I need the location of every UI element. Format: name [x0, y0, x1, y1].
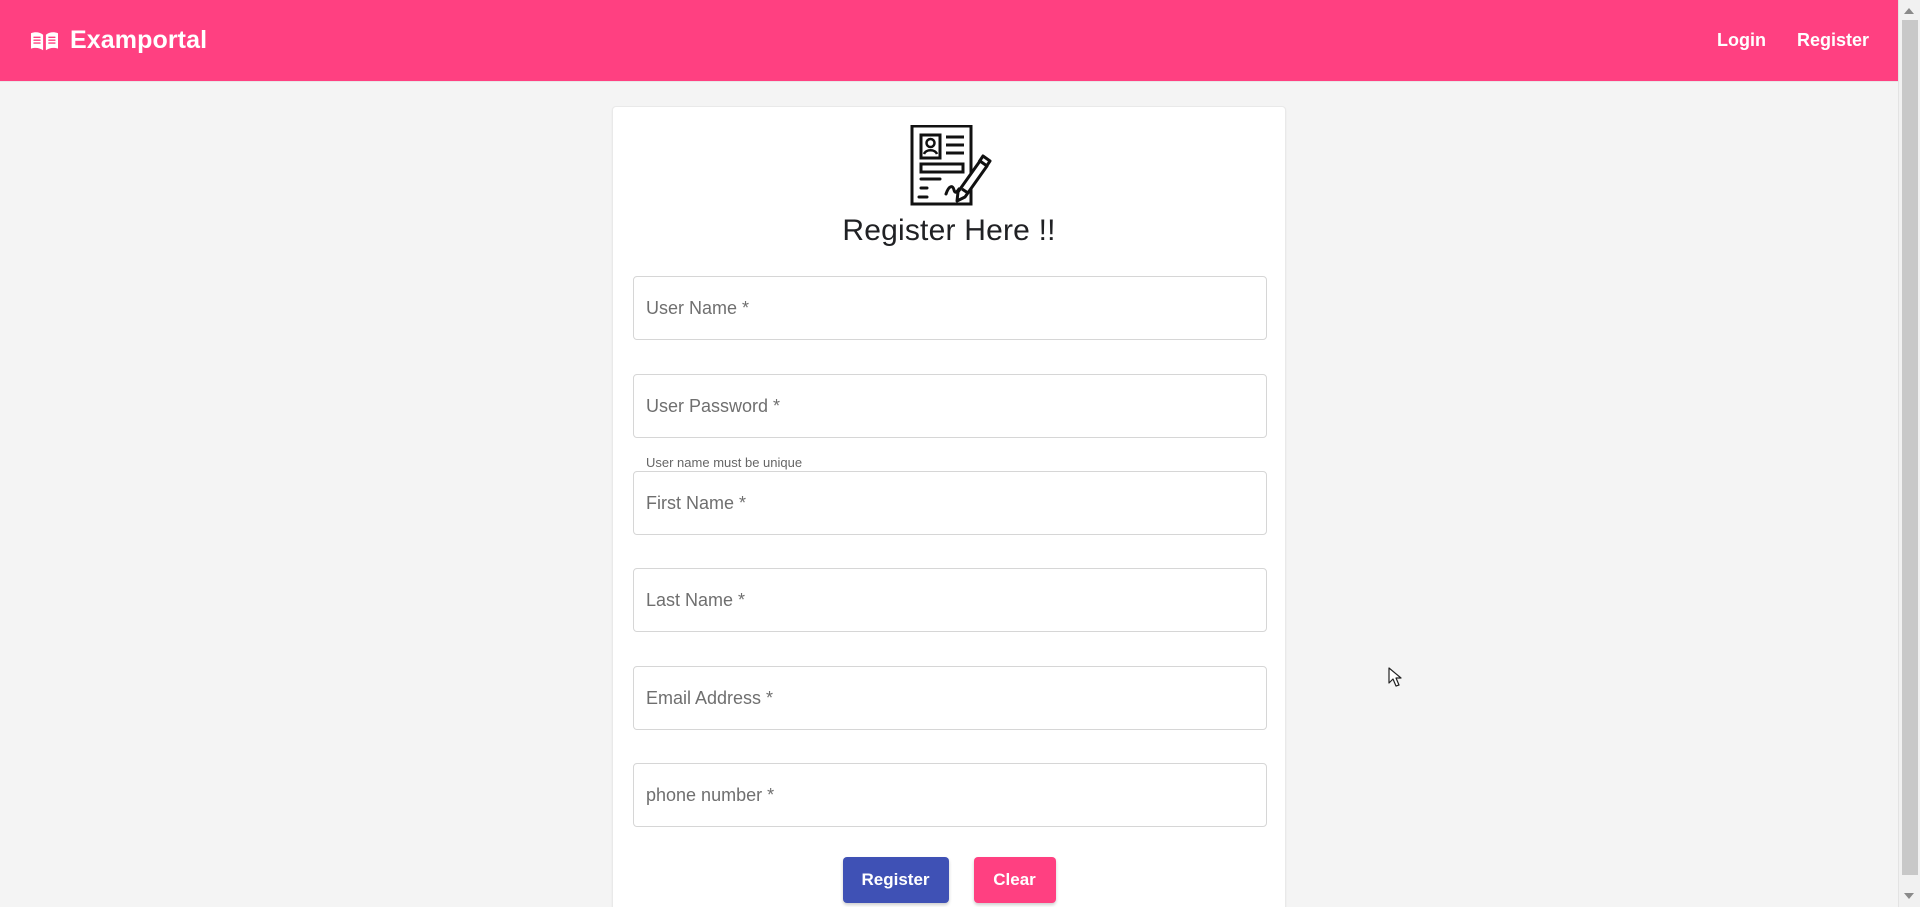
username-field[interactable]: [633, 276, 1267, 340]
registration-form-icon: [910, 125, 992, 206]
first-name-field[interactable]: [633, 471, 1267, 535]
app-toolbar: Examportal Login Register: [0, 0, 1898, 81]
last-name-field[interactable]: [633, 568, 1267, 632]
password-field[interactable]: [633, 374, 1267, 438]
username-input[interactable]: [634, 277, 1266, 339]
register-button[interactable]: Register: [842, 857, 949, 903]
book-open-icon: [31, 32, 58, 51]
last-name-input[interactable]: [634, 569, 1266, 631]
email-input[interactable]: [634, 667, 1266, 729]
phone-field[interactable]: [633, 763, 1267, 827]
login-link[interactable]: Login: [1717, 31, 1766, 49]
top-navigation: Login Register: [1717, 31, 1869, 49]
first-name-input[interactable]: [634, 472, 1266, 534]
phone-input[interactable]: [634, 764, 1266, 826]
vertical-scrollbar[interactable]: [1898, 0, 1920, 907]
username-hint: User name must be unique: [646, 455, 803, 470]
register-page: Examportal Login Register Register Here …: [0, 0, 1920, 907]
mouse-pointer-icon: [1388, 667, 1402, 687]
app-title: Examportal: [70, 26, 208, 54]
register-heading: Register Here !!: [842, 214, 1056, 247]
email-field[interactable]: [633, 666, 1267, 730]
registration-card: Register Here !! User name must be uniqu…: [612, 106, 1286, 907]
clear-button[interactable]: Clear: [973, 857, 1056, 903]
scroll-down-icon[interactable]: [1904, 893, 1914, 899]
password-input[interactable]: [634, 375, 1266, 437]
scroll-up-icon[interactable]: [1904, 8, 1914, 14]
form-actions: Register Clear: [613, 857, 1285, 903]
brand-home-link[interactable]: Examportal: [30, 21, 207, 61]
scrollbar-thumb[interactable]: [1902, 20, 1918, 875]
register-link[interactable]: Register: [1797, 31, 1869, 49]
